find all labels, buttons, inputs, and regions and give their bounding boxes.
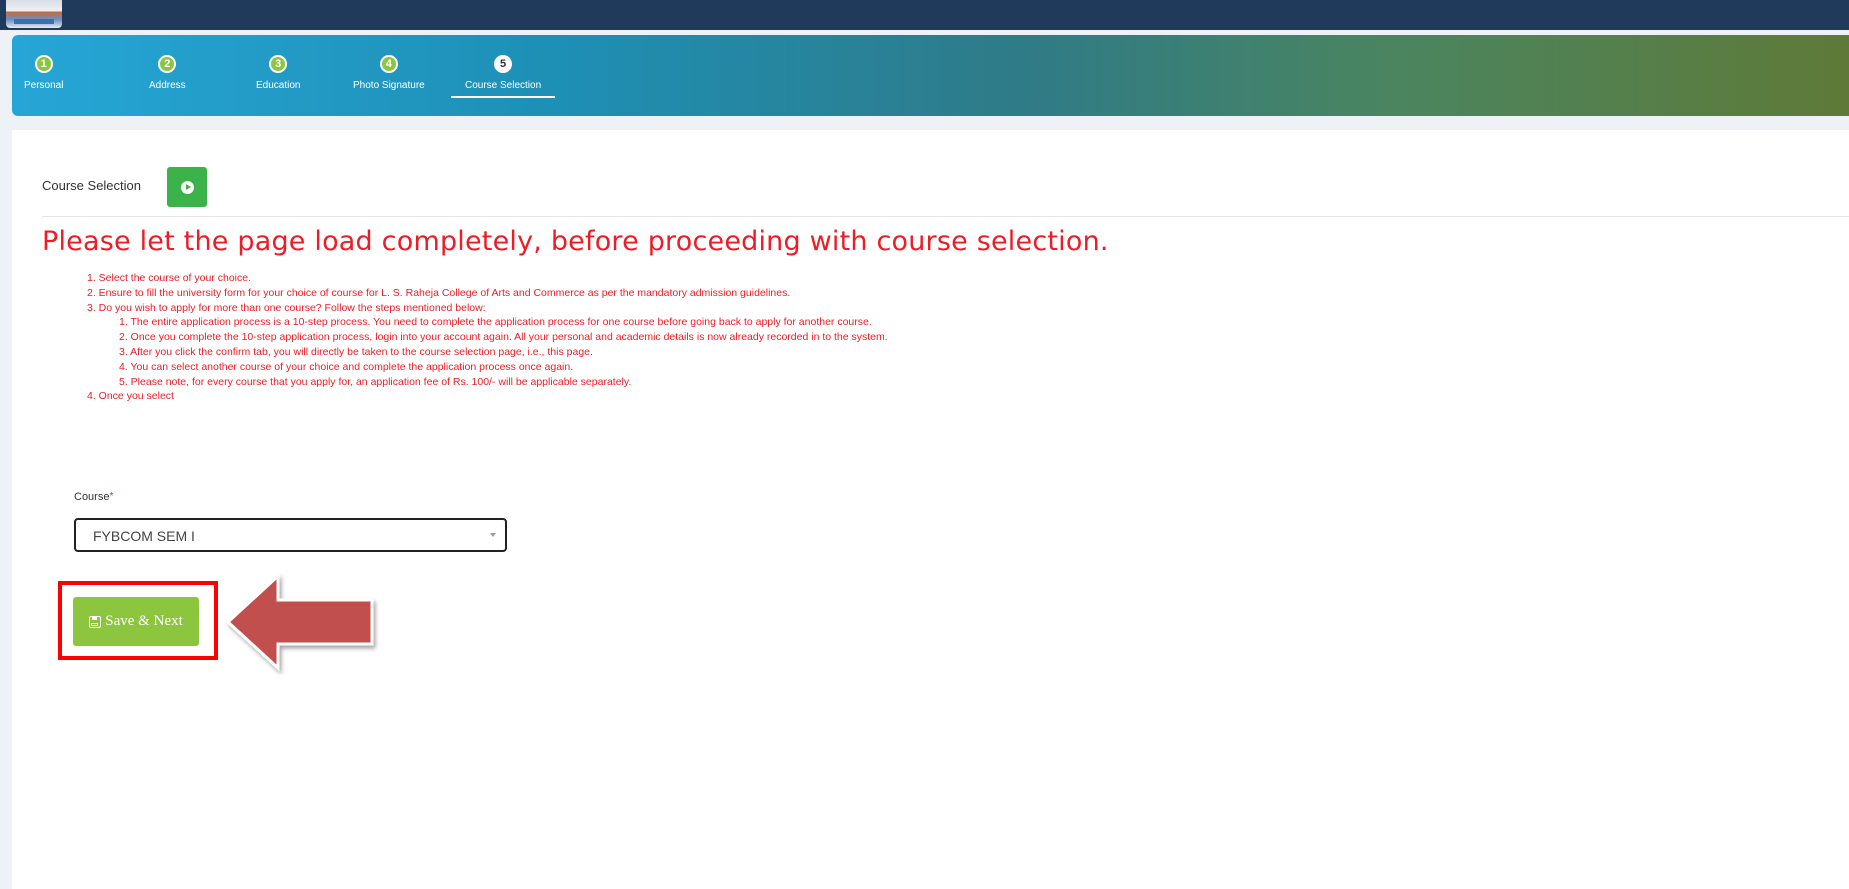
wizard-step-bar: 1 Personal 2 Address 3 Education 4 Photo… [12, 35, 1849, 116]
required-asterisk: * [109, 491, 114, 502]
play-circle-icon [180, 180, 194, 194]
step-number: 4 [379, 55, 398, 73]
play-button[interactable] [167, 167, 207, 207]
college-logo[interactable] [6, 0, 62, 28]
step-label: Photo Signature [353, 80, 425, 91]
save-next-button[interactable]: Save & Next [73, 597, 199, 646]
step-number: 3 [269, 55, 288, 73]
step-number: 2 [158, 55, 177, 73]
step-label: Address [149, 80, 186, 91]
instruction-item: 2. Ensure to fill the university form fo… [87, 286, 791, 299]
step-number: 5 [494, 55, 513, 73]
course-selection-card: Course Selection Please let the page loa… [12, 130, 1849, 889]
step-address[interactable]: 2 Address [149, 55, 186, 91]
step-label: Course Selection [465, 80, 542, 91]
step-course-selection[interactable]: 5 Course Selection [451, 55, 556, 98]
course-select-value: FYBCOM SEM I [93, 528, 195, 544]
instruction-subitem: 5. Please note, for every course that yo… [119, 375, 632, 388]
instructions-list: 1. Select the course of your choice. 2. … [87, 271, 888, 404]
floppy-disk-icon [89, 615, 102, 628]
instruction-subitem: 3. After you click the confirm tab, you … [119, 345, 593, 358]
chevron-down-icon [490, 533, 496, 537]
pointer-arrow-icon [225, 572, 374, 672]
course-label-text: Course [74, 491, 110, 503]
section-title: Course Selection [42, 178, 141, 193]
step-label: Education [256, 80, 301, 91]
instruction-subitem: 4. You can select another course of your… [119, 360, 574, 373]
top-navbar [0, 0, 1849, 30]
save-next-label: Save & Next [105, 613, 183, 629]
instruction-item: 3. Do you wish to apply for more than on… [87, 301, 486, 314]
step-photo-signature[interactable]: 4 Photo Signature [353, 55, 425, 91]
step-personal[interactable]: 1 Personal [24, 55, 63, 91]
step-education[interactable]: 3 Education [256, 55, 300, 91]
instruction-subitem: 2. Once you complete the 10-step applica… [119, 331, 888, 344]
section-divider [42, 216, 1849, 217]
step-number: 1 [34, 55, 53, 73]
page-load-warning: Please let the page load completely, bef… [42, 226, 1109, 257]
step-label: Personal [24, 80, 64, 91]
instruction-item: 4. Once you select [87, 390, 174, 403]
course-select[interactable]: FYBCOM SEM I [74, 518, 507, 552]
instruction-subitem: 1. The entire application process is a 1… [119, 316, 872, 329]
instruction-item: 1. Select the course of your choice. [87, 272, 252, 284]
course-field-label: Course* [74, 491, 113, 503]
